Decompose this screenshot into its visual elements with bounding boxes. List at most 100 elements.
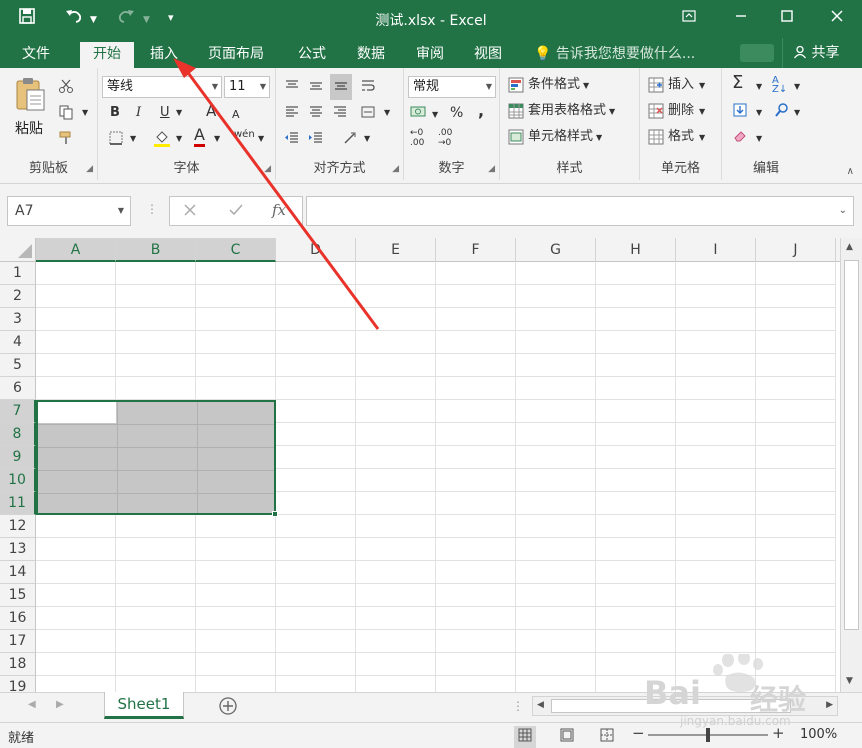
align-right-icon[interactable] — [332, 104, 348, 126]
align-bottom-icon[interactable] — [330, 74, 352, 100]
fill-dropdown-icon[interactable]: ▼ — [176, 130, 182, 148]
column-header[interactable]: G — [516, 238, 596, 262]
row-header[interactable]: 18 — [0, 653, 36, 676]
shrink-font-button[interactable]: A — [232, 106, 240, 124]
row-header[interactable]: 4 — [0, 331, 36, 354]
orientation-dropdown-icon[interactable]: ▼ — [364, 130, 370, 148]
phonetic-button[interactable]: wén — [234, 126, 255, 144]
tab-view[interactable]: 视图 — [466, 42, 510, 68]
column-header[interactable]: D — [276, 238, 356, 262]
insert-cells-button[interactable]: 插入 ▼ — [648, 76, 705, 95]
align-top-icon[interactable] — [284, 78, 300, 100]
comma-button[interactable]: , — [478, 102, 484, 120]
row-header[interactable]: 11 — [0, 492, 36, 515]
font-family-select[interactable]: 等线 ▼ — [102, 76, 222, 98]
align-center-icon[interactable] — [308, 104, 324, 126]
clear-icon[interactable] — [732, 128, 748, 150]
column-header[interactable]: E — [356, 238, 436, 262]
fill-color-icon[interactable] — [152, 128, 172, 154]
increase-indent-icon[interactable] — [308, 130, 324, 152]
cut-icon[interactable] — [58, 78, 74, 100]
page-break-view-icon[interactable] — [600, 728, 614, 746]
sheet-tab[interactable]: Sheet1 — [104, 692, 184, 719]
cancel-entry-icon[interactable] — [182, 202, 198, 222]
select-all-button[interactable] — [0, 238, 36, 262]
row-header[interactable]: 3 — [0, 308, 36, 331]
tab-insert[interactable]: 插入 — [142, 42, 186, 68]
autosum-dropdown-icon[interactable]: ▼ — [756, 78, 762, 96]
tab-split-handle[interactable]: ⋮ — [512, 699, 524, 713]
align-middle-icon[interactable] — [308, 78, 324, 100]
row-header[interactable]: 19 — [0, 676, 36, 692]
column-header[interactable]: J — [756, 238, 836, 262]
percent-button[interactable]: % — [450, 104, 463, 122]
scroll-right-icon[interactable]: ▶ — [826, 700, 833, 710]
tab-review[interactable]: 审阅 — [408, 42, 452, 68]
fill-handle[interactable] — [272, 511, 278, 517]
paste-button[interactable]: 粘贴 — [10, 76, 48, 140]
grow-font-button[interactable]: A — [206, 102, 216, 120]
row-header[interactable]: 5 — [0, 354, 36, 377]
next-sheet-icon[interactable]: ▶ — [56, 699, 64, 710]
row-header[interactable]: 12 — [0, 515, 36, 538]
tab-home[interactable]: 开始 — [80, 42, 134, 68]
horizontal-scroll-thumb[interactable] — [551, 699, 791, 713]
row-header[interactable]: 1 — [0, 262, 36, 285]
merge-center-icon[interactable] — [360, 104, 376, 126]
minimize-icon[interactable] — [726, 6, 756, 30]
wrap-text-icon[interactable] — [360, 78, 376, 100]
row-header[interactable]: 17 — [0, 630, 36, 653]
cell-styles-button[interactable]: 单元格样式 ▼ — [508, 128, 602, 147]
page-layout-view-icon[interactable] — [560, 728, 574, 746]
close-icon[interactable] — [822, 6, 852, 30]
column-header[interactable]: C — [196, 238, 276, 262]
font-color-dropdown-icon[interactable]: ▼ — [214, 130, 220, 148]
account-area[interactable] — [740, 44, 774, 62]
number-launcher-icon[interactable]: ◢ — [488, 164, 495, 174]
row-header[interactable]: 14 — [0, 561, 36, 584]
row-header[interactable]: 2 — [0, 285, 36, 308]
borders-dropdown-icon[interactable]: ▼ — [130, 130, 136, 148]
number-format-select[interactable]: 常规 ▼ — [408, 76, 496, 98]
increase-decimal-icon[interactable]: ←0.00 — [410, 128, 424, 148]
font-launcher-icon[interactable]: ◢ — [264, 164, 271, 174]
column-header[interactable]: I — [676, 238, 756, 262]
formula-input[interactable]: ⌄ — [306, 196, 854, 226]
phonetic-dropdown-icon[interactable]: ▼ — [258, 130, 264, 148]
vertical-scroll-thumb[interactable] — [844, 260, 859, 630]
fill-icon[interactable] — [732, 102, 748, 124]
font-size-select[interactable]: 11 ▼ — [224, 76, 270, 98]
underline-dropdown-icon[interactable]: ▼ — [176, 104, 182, 122]
prev-sheet-icon[interactable]: ◀ — [28, 699, 36, 710]
format-cells-button[interactable]: 格式 ▼ — [648, 128, 705, 147]
accounting-icon[interactable] — [410, 104, 428, 126]
column-header[interactable]: A — [36, 238, 116, 262]
copy-icon[interactable] — [58, 104, 74, 126]
borders-icon[interactable] — [108, 130, 124, 152]
row-header[interactable]: 13 — [0, 538, 36, 561]
row-header[interactable]: 7 — [0, 400, 36, 423]
font-color-button[interactable]: A — [194, 126, 205, 147]
italic-button[interactable]: I — [136, 104, 141, 122]
format-painter-icon[interactable] — [58, 130, 74, 152]
alignment-launcher-icon[interactable]: ◢ — [392, 164, 399, 174]
row-header[interactable]: 15 — [0, 584, 36, 607]
zoom-in-icon[interactable]: + — [772, 724, 785, 742]
zoom-level[interactable]: 100% — [800, 727, 837, 742]
column-header[interactable]: B — [116, 238, 196, 262]
name-box[interactable]: A7 ▼ — [7, 196, 131, 226]
delete-cells-button[interactable]: 删除 ▼ — [648, 102, 705, 121]
scroll-left-icon[interactable]: ◀ — [537, 700, 544, 710]
insert-function-button[interactable]: fx — [272, 201, 286, 219]
scroll-up-icon[interactable]: ▲ — [846, 242, 853, 252]
column-header[interactable]: F — [436, 238, 516, 262]
row-header[interactable]: 6 — [0, 377, 36, 400]
bold-button[interactable]: B — [110, 104, 120, 122]
tab-data[interactable]: 数据 — [349, 42, 393, 68]
row-header[interactable]: 8 — [0, 423, 36, 446]
format-as-table-button[interactable]: 套用表格格式 ▼ — [508, 102, 615, 121]
sort-dropdown-icon[interactable]: ▼ — [794, 78, 800, 96]
horizontal-scrollbar[interactable]: ◀ ▶ — [532, 696, 838, 716]
fill-dropdown-icon-2[interactable]: ▼ — [756, 104, 762, 122]
normal-view-icon[interactable] — [514, 726, 536, 748]
